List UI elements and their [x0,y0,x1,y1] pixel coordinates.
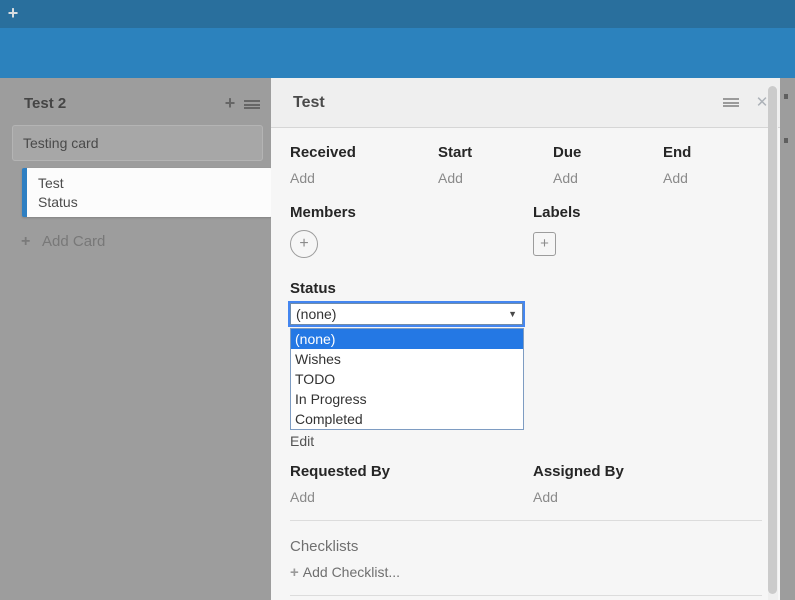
panel-scrollbar [768,78,778,600]
members-label: Members [290,204,533,221]
status-option-none[interactable]: (none) [291,329,523,349]
board-header-bar [0,28,795,78]
status-options-list: (none) Wishes TODO In Progress Completed [290,328,524,430]
received-add-link[interactable]: Add [290,170,438,186]
status-option-wishes[interactable]: Wishes [291,349,523,369]
assigned-by-label: Assigned By [533,463,768,480]
status-label: Status [290,280,336,297]
assigned-by-add-link[interactable]: Add [533,489,768,505]
checklists-label: Checklists [290,538,358,555]
plus-icon: + [290,564,299,581]
labels-label: Labels [533,204,768,221]
add-board-icon[interactable]: + [3,3,23,23]
add-checklist-label: Add Checklist... [303,564,400,580]
clipped-board-element [784,138,788,143]
status-select[interactable]: (none) ▼ [290,303,523,325]
card-title: Test [38,174,272,193]
top-navbar: + [0,0,795,28]
board-background-strip [780,78,795,600]
dropdown-arrow-icon: ▼ [508,304,517,324]
add-label-button[interactable]: + [533,232,556,256]
add-card-button[interactable]: + Add Card [21,233,105,251]
dates-row: Received Add Start Add Due Add End Add [290,144,768,186]
hamburger-menu-icon[interactable] [723,98,739,108]
requested-by-add-link[interactable]: Add [290,489,533,505]
status-edit-link[interactable]: Edit [290,433,314,449]
status-option-todo[interactable]: TODO [291,369,523,389]
list-add-icon[interactable]: + [221,94,239,112]
card-testing-card[interactable]: Testing card [12,125,263,161]
section-divider [290,595,762,596]
status-select-value: (none) [296,304,336,324]
scrollbar-thumb[interactable] [768,86,777,594]
start-add-link[interactable]: Add [438,170,553,186]
add-card-label: Add Card [42,233,105,250]
status-option-in-progress[interactable]: In Progress [291,389,523,409]
end-label: End [663,144,763,161]
card-detail-title: Test [293,78,325,128]
due-label: Due [553,144,663,161]
card-detail-panel: Test ✕ Received Add Start Add Due Add En… [271,78,780,600]
card-test-selected[interactable]: Test Status [22,168,272,217]
end-add-link[interactable]: Add [663,170,763,186]
status-option-completed[interactable]: Completed [291,409,523,429]
list-title: Test 2 [24,95,66,112]
app-window: + Test 2 + Testing card Test Status +Add… [0,0,795,600]
requested-assigned-row: Requested By Add Assigned By Add [290,463,768,505]
section-divider [290,520,762,521]
add-member-button[interactable]: + [290,230,318,258]
start-label: Start [438,144,553,161]
due-add-link[interactable]: Add [553,170,663,186]
plus-icon: + [21,233,35,251]
requested-by-label: Requested By [290,463,533,480]
panel-header: Test ✕ [271,78,780,128]
add-checklist-link[interactable]: +Add Checklist... [290,564,400,581]
clipped-board-element [784,94,788,99]
list-menu-icon[interactable] [244,100,260,109]
card-subtitle: Status [38,193,272,212]
received-label: Received [290,144,438,161]
members-labels-row: Members + Labels + [290,204,768,258]
